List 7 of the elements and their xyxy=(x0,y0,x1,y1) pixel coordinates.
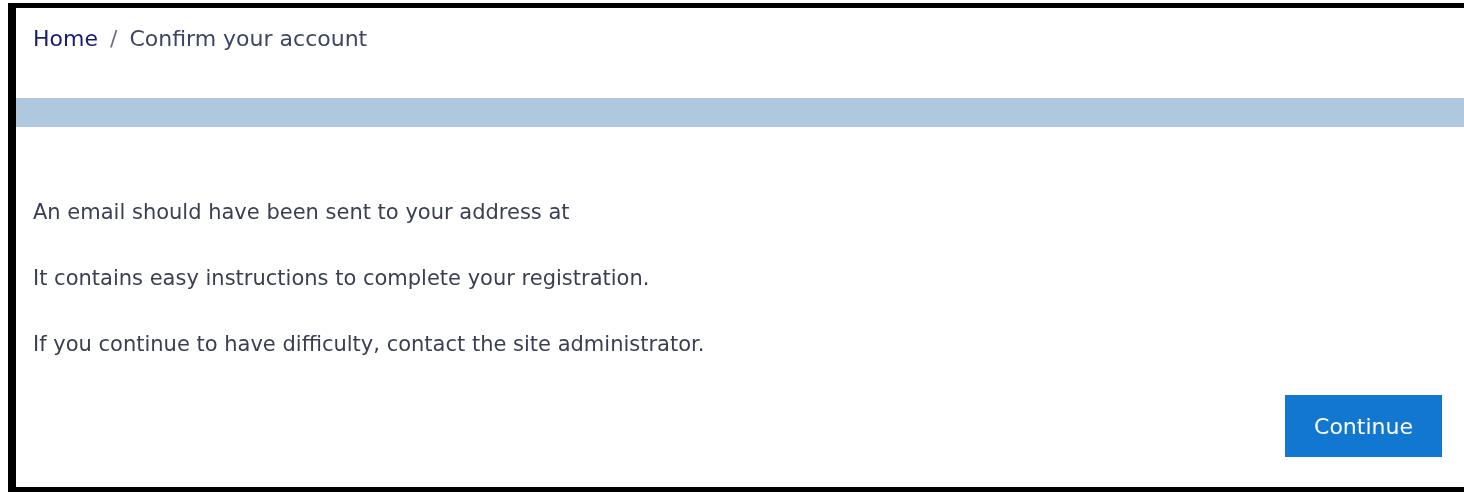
message-text: An email should have been sent to your address at xyxy=(33,199,571,225)
continue-button[interactable]: Continue xyxy=(1285,395,1442,457)
breadcrumb-separator: / xyxy=(109,26,118,51)
message-text: If you continue to have difficulty, contact the site administrator. xyxy=(33,331,706,357)
page-title: Confirm your account xyxy=(129,26,368,51)
breadcrumb-link[interactable]: Home xyxy=(33,26,98,51)
message-text: It contains easy instructions to complete your registration. xyxy=(33,265,651,291)
